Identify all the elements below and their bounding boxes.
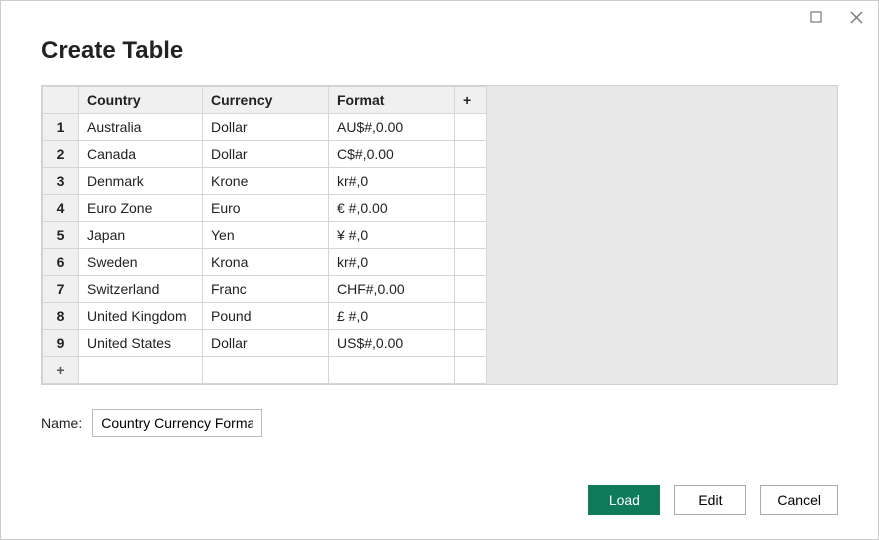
cell-empty[interactable] [455, 276, 487, 303]
add-column-button[interactable]: + [455, 87, 487, 114]
cell-currency[interactable]: Krone [203, 168, 329, 195]
data-grid[interactable]: Country Currency Format + 1AustraliaDoll… [42, 86, 487, 384]
table-row[interactable]: 6SwedenKronakr#,0 [43, 249, 487, 276]
cell-empty[interactable] [455, 330, 487, 357]
column-header-currency[interactable]: Currency [203, 87, 329, 114]
cell-format[interactable]: € #,0.00 [329, 195, 455, 222]
cell-country[interactable]: Denmark [79, 168, 203, 195]
cell-country[interactable]: Japan [79, 222, 203, 249]
cell-country[interactable]: Sweden [79, 249, 203, 276]
cell-format[interactable]: C$#,0.00 [329, 141, 455, 168]
table-row[interactable]: 4Euro ZoneEuro€ #,0.00 [43, 195, 487, 222]
cell-currency[interactable]: Krona [203, 249, 329, 276]
cancel-button[interactable]: Cancel [760, 485, 838, 515]
cell-currency[interactable]: Dollar [203, 330, 329, 357]
cell-currency[interactable]: Franc [203, 276, 329, 303]
grid-blank-area [487, 86, 837, 384]
cell-empty[interactable] [455, 303, 487, 330]
row-number[interactable]: 1 [43, 114, 79, 141]
name-input[interactable] [92, 409, 262, 437]
row-number[interactable]: 9 [43, 330, 79, 357]
cell-country[interactable]: Euro Zone [79, 195, 203, 222]
cell-format[interactable]: kr#,0 [329, 249, 455, 276]
cell-country[interactable]: Switzerland [79, 276, 203, 303]
table-row[interactable]: 1AustraliaDollarAU$#,0.00 [43, 114, 487, 141]
cell-empty[interactable] [455, 222, 487, 249]
cell-empty[interactable] [455, 114, 487, 141]
row-header-blank[interactable] [43, 87, 79, 114]
row-number[interactable]: 8 [43, 303, 79, 330]
cell-country[interactable]: United Kingdom [79, 303, 203, 330]
column-header-format[interactable]: Format [329, 87, 455, 114]
cell-currency[interactable]: Dollar [203, 114, 329, 141]
cell-country[interactable]: Canada [79, 141, 203, 168]
cell-format[interactable]: kr#,0 [329, 168, 455, 195]
table-row[interactable]: 9United StatesDollarUS$#,0.00 [43, 330, 487, 357]
cell-format[interactable]: AU$#,0.00 [329, 114, 455, 141]
cell-format[interactable]: £ #,0 [329, 303, 455, 330]
load-button[interactable]: Load [588, 485, 660, 515]
cell-format[interactable]: CHF#,0.00 [329, 276, 455, 303]
name-label: Name: [41, 415, 82, 431]
table-row[interactable]: 3DenmarkKronekr#,0 [43, 168, 487, 195]
cell-country[interactable]: Australia [79, 114, 203, 141]
close-icon[interactable] [848, 9, 864, 25]
row-number[interactable]: 2 [43, 141, 79, 168]
cell-format[interactable]: ¥ #,0 [329, 222, 455, 249]
cell-empty[interactable] [455, 195, 487, 222]
row-number[interactable]: 3 [43, 168, 79, 195]
column-header-country[interactable]: Country [79, 87, 203, 114]
edit-button[interactable]: Edit [674, 485, 746, 515]
cell-empty[interactable] [455, 249, 487, 276]
table-row[interactable]: 2CanadaDollarC$#,0.00 [43, 141, 487, 168]
dialog-title: Create Table [1, 25, 878, 85]
data-grid-container: Country Currency Format + 1AustraliaDoll… [41, 85, 838, 385]
cell-empty[interactable] [455, 168, 487, 195]
cell-currency[interactable]: Pound [203, 303, 329, 330]
row-number[interactable]: 7 [43, 276, 79, 303]
cell-currency[interactable]: Euro [203, 195, 329, 222]
cell-format[interactable]: US$#,0.00 [329, 330, 455, 357]
cell-currency[interactable]: Dollar [203, 141, 329, 168]
row-number[interactable]: 5 [43, 222, 79, 249]
row-number[interactable]: 6 [43, 249, 79, 276]
maximize-icon[interactable] [808, 9, 824, 25]
cell-currency[interactable]: Yen [203, 222, 329, 249]
table-row[interactable]: 5JapanYen¥ #,0 [43, 222, 487, 249]
row-number[interactable]: 4 [43, 195, 79, 222]
cell-empty[interactable] [455, 141, 487, 168]
add-row-symbol[interactable]: + [43, 357, 79, 384]
table-row[interactable]: 7SwitzerlandFrancCHF#,0.00 [43, 276, 487, 303]
add-row-button[interactable]: + [43, 357, 487, 384]
table-row[interactable]: 8United KingdomPound£ #,0 [43, 303, 487, 330]
cell-country[interactable]: United States [79, 330, 203, 357]
